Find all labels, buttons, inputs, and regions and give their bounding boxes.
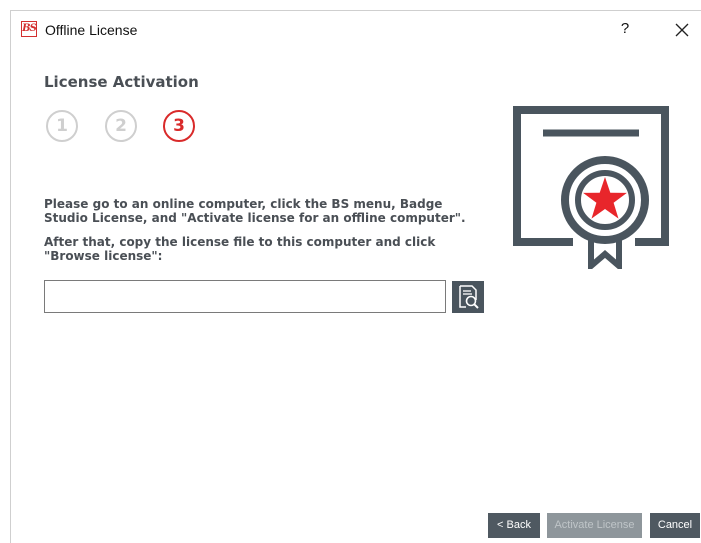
instruction-text-online: Please go to an online computer, click t… — [44, 197, 466, 225]
step-2-indicator: 2 — [105, 110, 137, 142]
certificate-illustration — [513, 106, 669, 273]
step-1-indicator: 1 — [46, 110, 78, 142]
back-button[interactable]: < Back — [488, 513, 540, 538]
activate-license-button[interactable]: Activate License — [547, 513, 642, 538]
badge-studio-app-icon: BS — [21, 21, 37, 37]
window-title: Offline License — [45, 22, 138, 38]
browse-license-button[interactable] — [452, 281, 484, 313]
offline-license-dialog: BS Offline License ? License Activation … — [10, 10, 701, 543]
file-search-icon — [459, 285, 479, 309]
certificate-icon — [511, 104, 671, 273]
page-heading: License Activation — [44, 73, 199, 91]
close-icon[interactable] — [674, 22, 690, 38]
license-file-input[interactable] — [44, 280, 446, 313]
title-bar: BS Offline License ? — [11, 11, 701, 51]
close-icon-glyph — [675, 23, 689, 37]
cancel-button[interactable]: Cancel — [650, 513, 700, 538]
step-3-indicator: 3 — [163, 110, 195, 142]
instruction-text-browse: After that, copy the license file to thi… — [44, 235, 436, 263]
help-button[interactable]: ? — [617, 20, 633, 40]
